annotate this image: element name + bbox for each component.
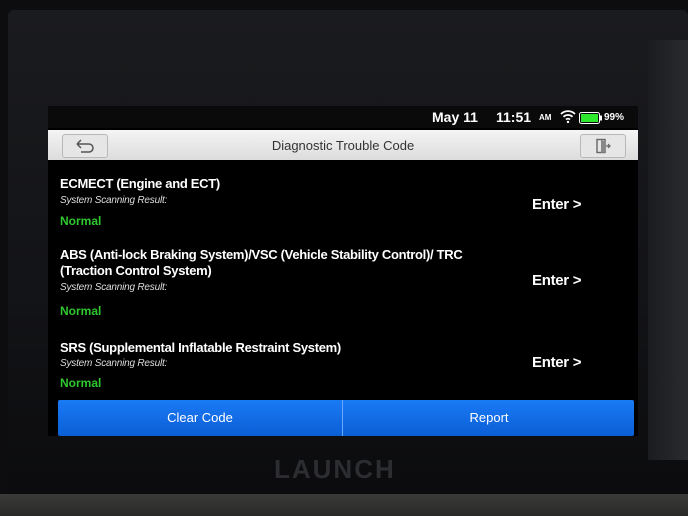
list-item-ecmect[interactable]: ECMECT (Engine and ECT) System Scanning …	[48, 168, 638, 240]
background-object	[648, 40, 688, 460]
scan-status: Normal	[60, 304, 102, 318]
device-screen: May 11 11:51 AM 99% Diagnostic Trouble C…	[48, 106, 638, 436]
list-item-srs[interactable]: SRS (Supplemental Inflatable Restraint S…	[48, 334, 638, 400]
enter-button-srs[interactable]: Enter >	[532, 354, 581, 371]
report-button[interactable]: Report	[344, 400, 634, 436]
scan-result-label: System Scanning Result:	[60, 282, 168, 293]
status-ampm: AM	[539, 113, 552, 122]
system-name: ECMECT (Engine and ECT)	[60, 176, 220, 191]
table-surface	[0, 494, 688, 516]
system-name: ABS (Anti-lock Braking System)/VSC (Vehi…	[60, 247, 463, 278]
scan-status: Normal	[60, 376, 102, 390]
scan-status: Normal	[60, 214, 102, 228]
action-bar: Clear Code Report	[58, 400, 634, 436]
scan-result-label: System Scanning Result:	[60, 195, 168, 206]
clear-code-button[interactable]: Clear Code	[58, 400, 343, 436]
exit-icon	[596, 138, 611, 154]
enter-button-ecmect[interactable]: Enter >	[532, 196, 581, 213]
status-time: 11:51	[496, 109, 532, 125]
status-date: May 11	[432, 109, 478, 125]
list-item-abs[interactable]: ABS (Anti-lock Braking System)/VSC (Vehi…	[48, 242, 638, 328]
page-title: Diagnostic Trouble Code	[271, 138, 415, 153]
system-list: ECMECT (Engine and ECT) System Scanning …	[48, 160, 638, 400]
enter-button-abs[interactable]: Enter >	[532, 272, 581, 289]
battery-icon	[579, 111, 603, 127]
title-bar: Diagnostic Trouble Code	[48, 130, 638, 160]
system-name: SRS (Supplemental Inflatable Restraint S…	[60, 340, 341, 355]
exit-button[interactable]	[580, 134, 626, 158]
scan-result-label: System Scanning Result:	[60, 358, 168, 369]
battery-percent: 99%	[604, 112, 625, 123]
brand-logo: LAUNCH	[274, 454, 396, 484]
wifi-icon	[560, 110, 576, 126]
status-bar: May 11 11:51 AM 99%	[48, 106, 638, 128]
